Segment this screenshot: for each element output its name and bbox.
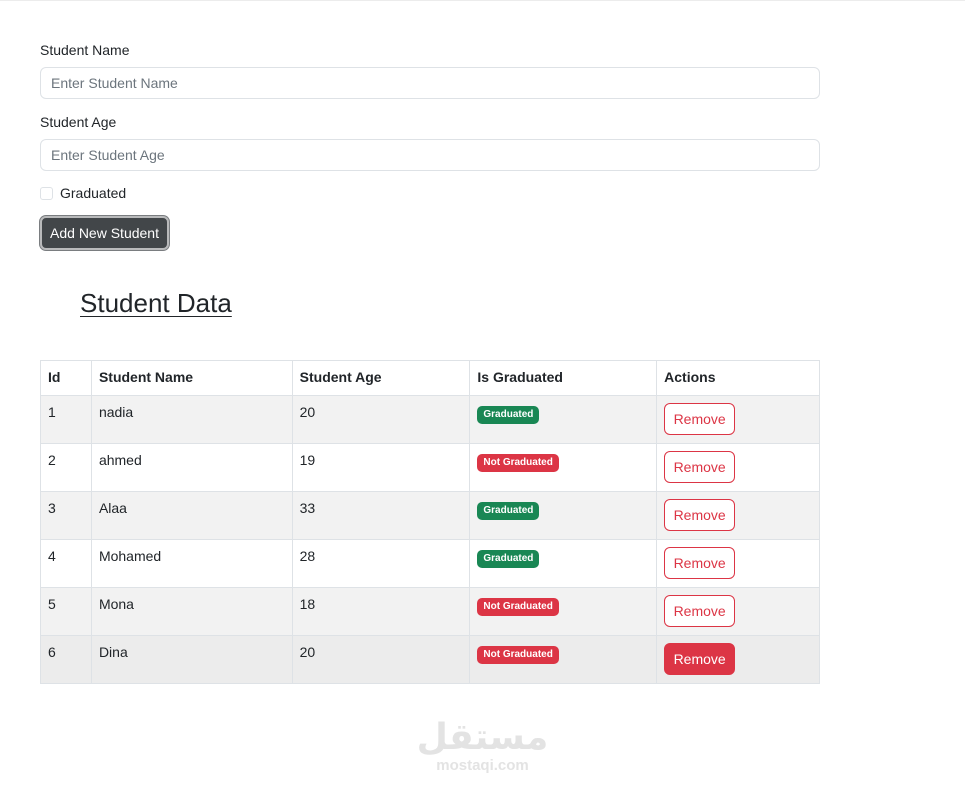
- cell-id: 1: [40, 395, 92, 444]
- student-age-label: Student Age: [40, 114, 117, 130]
- remove-button[interactable]: Remove: [664, 595, 736, 627]
- watermark-logo: مستقل: [416, 717, 549, 758]
- cell-age: 33: [291, 491, 471, 540]
- cell-age: 20: [291, 635, 471, 684]
- graduated-check-row: Graduated: [40, 185, 126, 201]
- cell-name: Dina: [90, 635, 293, 684]
- student-name-label: Student Name: [40, 42, 130, 58]
- graduated-label: Graduated: [60, 185, 127, 201]
- mostaqi-watermark: مستقل mostaqi.com: [0, 718, 965, 774]
- cell-status: Graduated: [469, 539, 658, 588]
- top-border: [0, 0, 965, 1]
- header-student-name: Student Name: [90, 360, 293, 396]
- student-age-input[interactable]: [40, 139, 820, 171]
- status-badge: Graduated: [477, 406, 540, 424]
- cell-name: nadia: [90, 395, 293, 444]
- cell-status: Graduated: [469, 491, 658, 540]
- table-header-row: Id Student Name Student Age Is Graduated…: [40, 360, 820, 396]
- add-new-student-button[interactable]: Add New Student: [40, 216, 169, 250]
- cell-id: 3: [40, 491, 92, 540]
- cell-name: Alaa: [90, 491, 293, 540]
- cell-actions: Remove: [656, 491, 820, 540]
- cell-id: 5: [40, 587, 92, 636]
- status-badge: Graduated: [477, 502, 540, 520]
- watermark-url: mostaqi.com: [436, 757, 529, 774]
- cell-actions: Remove: [656, 635, 820, 684]
- table-row: 6 Dina 20 Not Graduated Remove: [40, 635, 820, 684]
- cell-name: ahmed: [90, 443, 293, 492]
- remove-button[interactable]: Remove: [664, 499, 736, 531]
- cell-age: 20: [291, 395, 471, 444]
- cell-actions: Remove: [656, 539, 820, 588]
- cell-id: 4: [40, 539, 92, 588]
- student-name-input[interactable]: [40, 67, 820, 99]
- status-badge: Not Graduated: [477, 454, 559, 472]
- remove-button[interactable]: Remove: [664, 451, 736, 483]
- remove-button[interactable]: Remove: [664, 403, 736, 435]
- header-id: Id: [40, 360, 92, 396]
- cell-status: Graduated: [469, 395, 658, 444]
- cell-actions: Remove: [656, 395, 820, 444]
- cell-actions: Remove: [656, 587, 820, 636]
- page-title: Student Data: [80, 288, 232, 318]
- table-row: 5 Mona 18 Not Graduated Remove: [40, 587, 820, 636]
- header-student-age: Student Age: [291, 360, 471, 396]
- remove-button[interactable]: Remove: [664, 643, 736, 675]
- table-row: 3 Alaa 33 Graduated Remove: [40, 491, 820, 540]
- cell-status: Not Graduated: [469, 443, 658, 492]
- table-row: 2 ahmed 19 Not Graduated Remove: [40, 443, 820, 492]
- cell-age: 28: [291, 539, 471, 588]
- status-badge: Not Graduated: [477, 598, 559, 616]
- status-badge: Graduated: [477, 550, 540, 568]
- cell-status: Not Graduated: [469, 635, 658, 684]
- remove-button[interactable]: Remove: [664, 547, 736, 579]
- cell-name: Mohamed: [90, 539, 293, 588]
- cell-id: 6: [40, 635, 92, 684]
- cell-name: Mona: [90, 587, 293, 636]
- cell-status: Not Graduated: [469, 587, 658, 636]
- status-badge: Not Graduated: [477, 646, 559, 664]
- header-is-graduated: Is Graduated: [469, 360, 658, 396]
- graduated-checkbox[interactable]: [40, 186, 53, 200]
- table-row: 4 Mohamed 28 Graduated Remove: [40, 539, 820, 588]
- cell-actions: Remove: [656, 443, 820, 492]
- cell-age: 19: [291, 443, 471, 492]
- cell-age: 18: [291, 587, 471, 636]
- student-table: Id Student Name Student Age Is Graduated…: [40, 360, 820, 684]
- table-row: 1 nadia 20 Graduated Remove: [40, 395, 820, 444]
- header-actions: Actions: [656, 360, 820, 396]
- cell-id: 2: [40, 443, 92, 492]
